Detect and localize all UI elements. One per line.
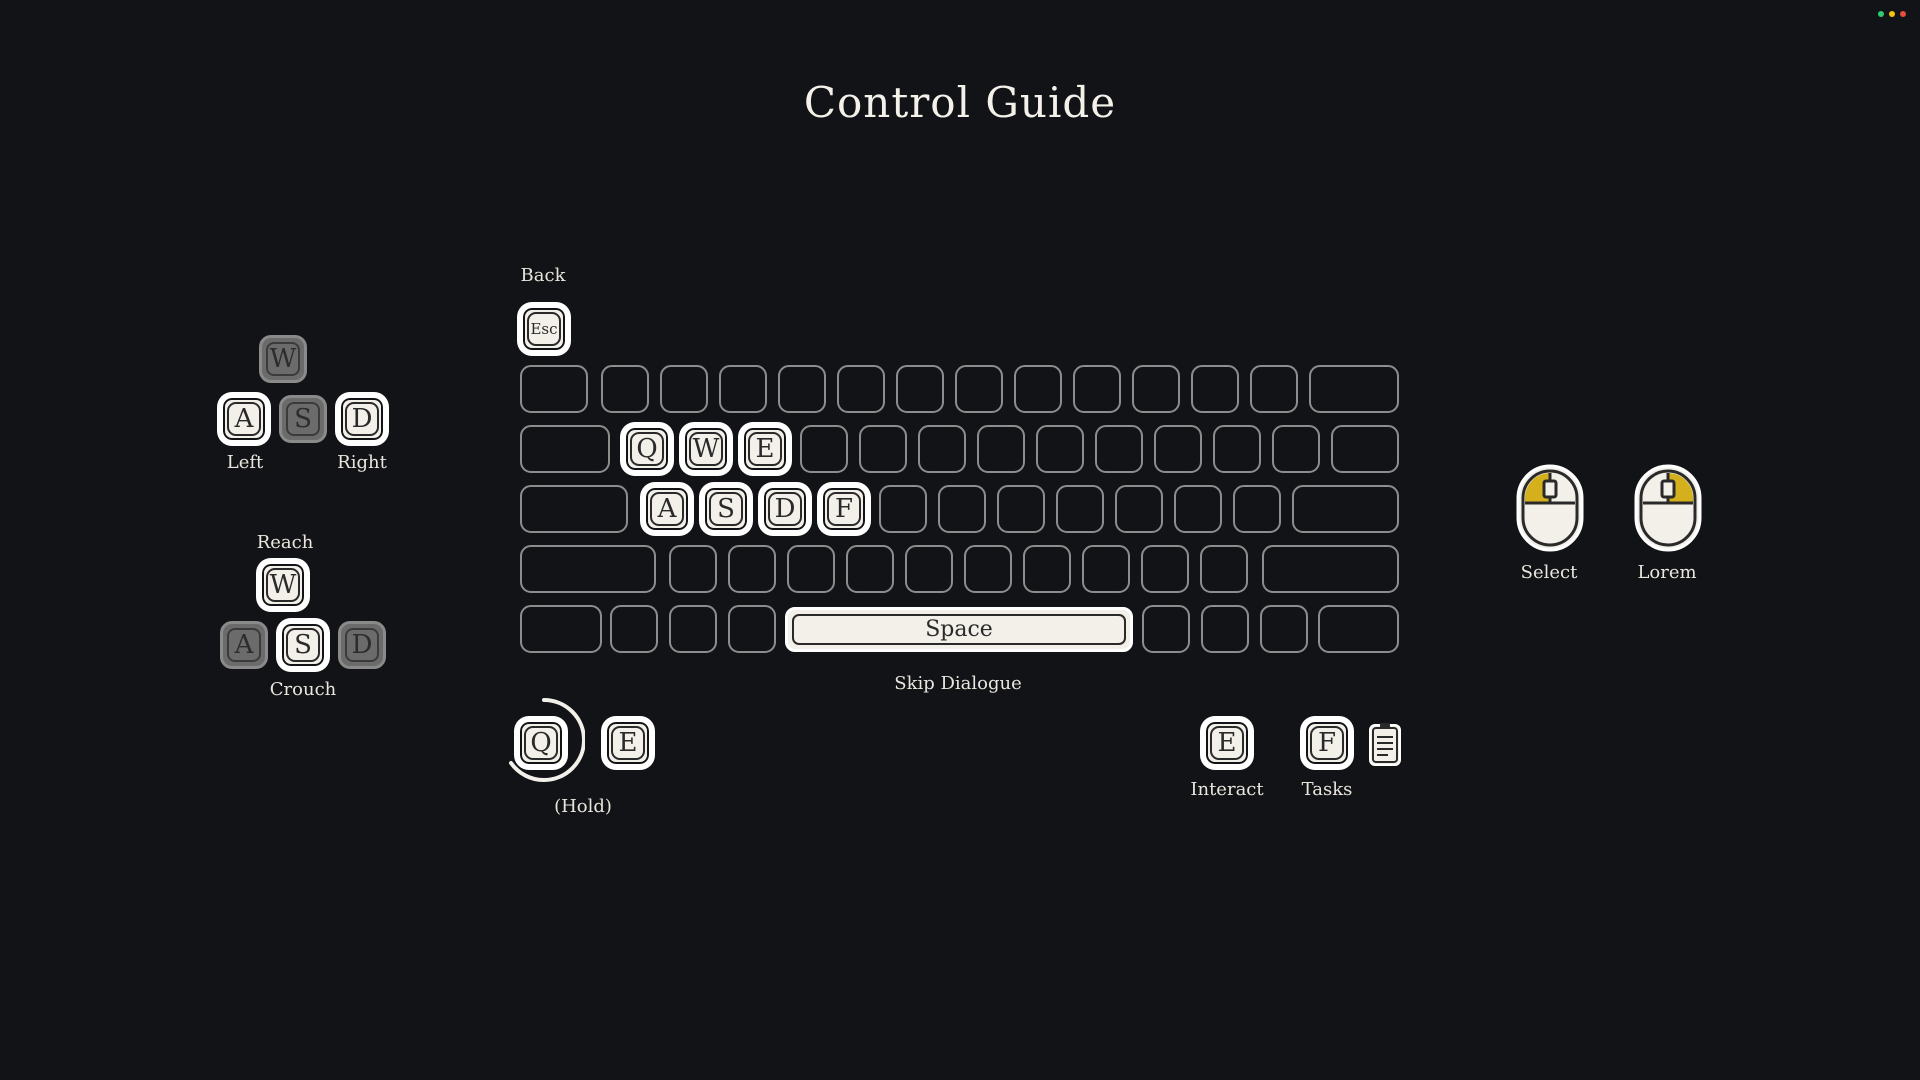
key-blank — [1200, 545, 1248, 593]
key-blank — [1142, 605, 1190, 653]
key-w: W — [682, 425, 730, 473]
key-blank — [896, 365, 944, 413]
key-w-reach: W — [259, 561, 307, 609]
key-d-reach: D — [338, 621, 386, 669]
key-blank — [977, 425, 1025, 473]
key-blank — [520, 605, 602, 653]
key-blank — [1213, 425, 1261, 473]
key-blank — [837, 365, 885, 413]
green-dot-icon[interactable] — [1878, 11, 1884, 17]
hold-label: (Hold) — [554, 796, 612, 817]
key-s: S — [702, 485, 750, 533]
key-blank — [669, 545, 717, 593]
clipboard-icon — [1369, 723, 1401, 766]
key-space: Space — [785, 607, 1133, 652]
mouse-right-click-icon — [1634, 464, 1702, 552]
key-q: Q — [623, 425, 671, 473]
key-blank — [964, 545, 1012, 593]
key-e: E — [741, 425, 789, 473]
key-blank — [1073, 365, 1121, 413]
key-a-movement: A — [220, 395, 268, 443]
key-blank — [1292, 485, 1399, 533]
key-blank — [1082, 545, 1130, 593]
back-label: Back — [520, 265, 566, 286]
key-blank — [846, 545, 894, 593]
key-blank — [1262, 545, 1399, 593]
key-blank — [728, 605, 776, 653]
key-blank — [1233, 485, 1281, 533]
key-blank — [859, 425, 907, 473]
interact-label: Interact — [1190, 779, 1264, 800]
key-blank — [1056, 485, 1104, 533]
key-esc: Esc — [520, 305, 568, 353]
left-label: Left — [226, 452, 264, 473]
key-w-movement: W — [259, 335, 307, 383]
key-blank — [1191, 365, 1239, 413]
key-f-tasks: F — [1303, 719, 1351, 767]
key-blank — [1260, 605, 1308, 653]
key-q-hold: Q — [517, 719, 565, 767]
key-blank — [1014, 365, 1062, 413]
key-blank — [1309, 365, 1399, 413]
key-blank — [660, 365, 708, 413]
skip-dialogue-label: Skip Dialogue — [894, 673, 1022, 694]
key-s-movement: S — [279, 395, 327, 443]
red-dot-icon[interactable] — [1900, 11, 1906, 17]
key-blank — [997, 485, 1045, 533]
key-a-reach: A — [220, 621, 268, 669]
key-e-hold: E — [604, 719, 652, 767]
right-label: Right — [337, 452, 387, 473]
key-blank — [1115, 485, 1163, 533]
key-blank — [778, 365, 826, 413]
key-blank — [955, 365, 1003, 413]
key-blank — [800, 425, 848, 473]
key-d-movement: D — [338, 395, 386, 443]
key-blank — [787, 545, 835, 593]
key-blank — [1250, 365, 1298, 413]
window-controls — [1878, 11, 1906, 17]
key-blank — [610, 605, 658, 653]
tasks-label: Tasks — [1301, 779, 1353, 800]
mouse-left-click-icon — [1516, 464, 1584, 552]
key-blank — [905, 545, 953, 593]
key-blank — [918, 425, 966, 473]
key-blank — [1154, 425, 1202, 473]
key-e-interact: E — [1203, 719, 1251, 767]
page-title: Control Guide — [803, 78, 1117, 127]
key-blank — [879, 485, 927, 533]
key-blank — [1095, 425, 1143, 473]
key-blank — [938, 485, 986, 533]
key-blank — [1272, 425, 1320, 473]
key-blank — [520, 365, 588, 413]
key-a: A — [643, 485, 691, 533]
key-blank — [520, 485, 628, 533]
key-blank — [1036, 425, 1084, 473]
yellow-dot-icon[interactable] — [1889, 11, 1895, 17]
crouch-label: Crouch — [269, 679, 337, 700]
key-f: F — [820, 485, 868, 533]
key-blank — [1141, 545, 1189, 593]
select-label: Select — [1520, 562, 1578, 583]
key-s-reach: S — [279, 621, 327, 669]
key-blank — [1174, 485, 1222, 533]
lorem-label: Lorem — [1637, 562, 1697, 583]
key-blank — [601, 365, 649, 413]
reach-label: Reach — [256, 532, 314, 553]
key-blank — [1201, 605, 1249, 653]
key-d: D — [761, 485, 809, 533]
key-blank — [1132, 365, 1180, 413]
key-blank — [520, 545, 656, 593]
key-blank — [1331, 425, 1399, 473]
key-blank — [520, 425, 610, 473]
key-blank — [719, 365, 767, 413]
key-blank — [1023, 545, 1071, 593]
key-blank — [728, 545, 776, 593]
key-blank — [669, 605, 717, 653]
key-blank — [1318, 605, 1399, 653]
